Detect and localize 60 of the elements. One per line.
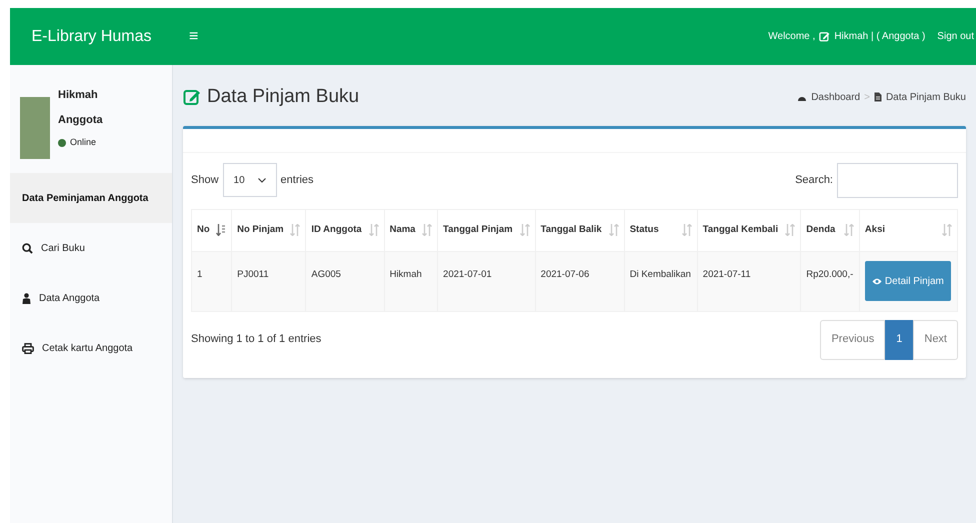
- table-cell: Di Kembalikan: [624, 251, 698, 311]
- column-header[interactable]: Tanggal Balik: [535, 209, 624, 251]
- search-icon: [22, 242, 33, 254]
- column-label: No Pinjam: [237, 222, 284, 237]
- table-cell: Rp20.000,-: [800, 251, 860, 311]
- column-header[interactable]: Denda: [800, 209, 860, 251]
- printer-icon: [22, 342, 34, 354]
- table-cell: 1: [192, 251, 232, 311]
- sidebar-item[interactable]: Cari Buku: [10, 223, 172, 273]
- column-header[interactable]: ID Anggota: [306, 209, 384, 251]
- table-cell: PJ0011: [232, 251, 306, 311]
- column-label: Tanggal Pinjam: [443, 222, 513, 237]
- table-cell: Hikmah: [384, 251, 438, 311]
- column-header[interactable]: Status: [624, 209, 698, 251]
- chevron-down-icon: [258, 178, 266, 182]
- breadcrumb-item: Data Pinjam Buku: [886, 90, 966, 105]
- sidebar-item[interactable]: Cetak kartu Anggota: [10, 323, 172, 373]
- breadcrumb-separator: >: [864, 90, 870, 105]
- column-label: Denda: [806, 222, 836, 237]
- pagination-button[interactable]: Previous: [820, 320, 886, 360]
- sidebar-item[interactable]: Data Peminjaman Anggota: [10, 173, 172, 223]
- pagination-button[interactable]: Next: [913, 320, 958, 360]
- column-header[interactable]: No: [192, 209, 232, 251]
- column-header[interactable]: Nama: [384, 209, 438, 251]
- column-label: No: [197, 222, 210, 237]
- pagination-button[interactable]: 1: [885, 320, 914, 360]
- column-label: Tanggal Kembali: [702, 222, 778, 237]
- avatar-photo-placeholder: [20, 97, 50, 159]
- page-title: Data Pinjam Buku: [207, 85, 360, 109]
- table-cell: 2021-07-06: [535, 251, 624, 311]
- user-icon: [22, 292, 31, 304]
- column-header[interactable]: Tanggal Pinjam: [438, 209, 536, 251]
- search-field[interactable]: [837, 162, 958, 198]
- breadcrumb-item[interactable]: Dashboard: [811, 90, 860, 105]
- detail-button[interactable]: Detail Pinjam: [864, 261, 951, 301]
- user-role: Anggota: [58, 112, 103, 128]
- show-label: Show: [191, 172, 219, 188]
- user-name: Hikmah: [58, 88, 99, 103]
- document-icon: [874, 92, 882, 102]
- table-cell: 2021-07-11: [697, 251, 801, 311]
- edit-icon: [183, 88, 201, 106]
- column-label: Status: [630, 222, 659, 237]
- table-cell: 2021-07-01: [438, 251, 536, 311]
- column-header[interactable]: No Pinjam: [232, 209, 306, 251]
- status-text: Online: [70, 136, 96, 149]
- welcome-text: Welcome ,: [768, 30, 816, 44]
- column-header[interactable]: Aksi: [859, 209, 958, 251]
- column-label: ID Anggota: [311, 222, 362, 237]
- page-size-select[interactable]: 10: [222, 163, 277, 197]
- sidebar-item[interactable]: Data Anggota: [10, 273, 172, 323]
- column-label: Tanggal Balik: [540, 222, 602, 237]
- table-cell: AG005: [306, 251, 384, 311]
- column-label: Nama: [390, 222, 416, 237]
- column-label: Aksi: [864, 222, 885, 237]
- edit-icon: [819, 31, 830, 42]
- entries-label: entries: [280, 172, 314, 188]
- column-header[interactable]: Tanggal Kembali: [697, 209, 801, 251]
- eye-icon: [872, 278, 882, 284]
- table-info-text: Showing 1 to 1 of 1 entries: [191, 333, 322, 346]
- search-label: Search:: [795, 172, 833, 188]
